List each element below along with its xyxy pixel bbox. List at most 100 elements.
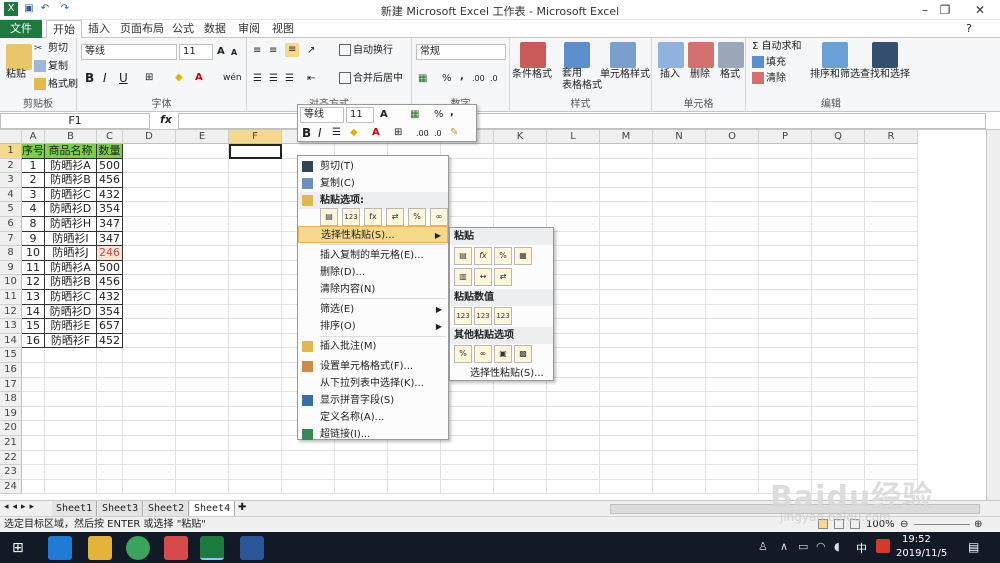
binoculars-icon[interactable] [872, 42, 898, 68]
cell[interactable] [759, 363, 812, 378]
mini-bold-button[interactable]: B [302, 126, 311, 140]
column-header[interactable]: L [547, 130, 600, 144]
cell[interactable] [123, 260, 176, 276]
sort-filter-icon[interactable] [822, 42, 848, 68]
cell[interactable] [176, 187, 229, 203]
delete-cells-icon[interactable] [688, 42, 714, 68]
cell[interactable] [45, 465, 97, 480]
cell[interactable]: 432 [97, 187, 123, 203]
paste-link-icon[interactable]: ∞ [474, 345, 492, 363]
cell[interactable] [45, 363, 97, 378]
cell[interactable]: 防晒衫H [45, 217, 97, 232]
cell[interactable]: 657 [97, 319, 123, 334]
tray-expand-icon[interactable]: ∧ [780, 540, 788, 553]
column-header[interactable]: M [600, 130, 653, 144]
cell[interactable] [600, 319, 653, 334]
cell[interactable] [176, 246, 229, 261]
tab-review[interactable]: 审阅 [232, 20, 266, 38]
cell[interactable] [600, 217, 653, 232]
cell[interactable] [176, 304, 229, 320]
row-header[interactable]: 8 [0, 246, 22, 261]
cell[interactable] [759, 319, 812, 334]
cell[interactable] [653, 144, 706, 159]
excel-taskbar-icon[interactable] [200, 536, 224, 560]
paste-icon[interactable]: ▤ [320, 208, 338, 226]
column-header[interactable]: B [45, 130, 97, 144]
cell[interactable]: 10 [22, 246, 45, 261]
cell[interactable] [547, 363, 600, 378]
currency-icon[interactable]: ▦ [418, 72, 427, 86]
row-header[interactable]: 19 [0, 406, 22, 422]
cell[interactable]: 防晒衫E [45, 319, 97, 334]
sheet-tab-2[interactable]: Sheet3 [98, 501, 144, 517]
cell[interactable] [547, 479, 600, 495]
cell[interactable] [865, 260, 918, 276]
cell[interactable] [865, 436, 918, 451]
cell[interactable]: 防晒衫D [45, 202, 97, 217]
paste-transpose-icon[interactable]: ⇄ [386, 208, 404, 226]
cell[interactable] [653, 421, 706, 436]
cell[interactable] [22, 421, 45, 436]
context-menu-item[interactable]: 超链接(I)... [298, 426, 448, 443]
cell[interactable] [123, 304, 176, 320]
cell[interactable] [229, 421, 282, 436]
mini-comma-button[interactable]: , [450, 106, 454, 120]
find-select-button[interactable]: 查找和选择 [860, 68, 910, 82]
percent-button[interactable]: % [442, 72, 452, 86]
cell[interactable] [812, 450, 865, 466]
help-icon[interactable]: ? [966, 22, 972, 35]
row-header[interactable]: 3 [0, 173, 22, 188]
cell[interactable] [229, 392, 282, 407]
cell[interactable] [706, 158, 759, 174]
cell[interactable] [229, 158, 282, 174]
tab-view[interactable]: 视图 [266, 20, 300, 38]
zoom-out-icon[interactable]: ⊖ [900, 517, 908, 532]
cell[interactable] [812, 392, 865, 407]
paste-no-borders-icon[interactable]: ▥ [454, 268, 472, 286]
cell[interactable] [176, 144, 229, 159]
cell[interactable] [706, 377, 759, 393]
cell[interactable]: 11 [22, 260, 45, 276]
font-size-combo[interactable]: 11 [179, 44, 213, 60]
context-menu-item[interactable]: 显示拼音字段(S) [298, 392, 448, 409]
cell[interactable] [123, 319, 176, 334]
cell[interactable] [706, 231, 759, 247]
tab-file[interactable]: 文件 [0, 20, 42, 38]
cell[interactable] [229, 479, 282, 495]
context-menu-item[interactable]: 清除内容(N) [298, 281, 448, 298]
context-menu-item[interactable]: 复制(C) [298, 175, 448, 192]
paste-icon[interactable] [6, 44, 32, 70]
cell[interactable] [706, 392, 759, 407]
row-header[interactable]: 14 [0, 333, 22, 349]
context-menu-item[interactable]: 删除(D)... [298, 264, 448, 281]
cell[interactable] [865, 406, 918, 422]
cell[interactable] [547, 465, 600, 480]
cell[interactable] [812, 465, 865, 480]
cell[interactable] [759, 377, 812, 393]
cell[interactable] [706, 479, 759, 495]
bold-button[interactable]: B [85, 71, 94, 85]
align-right-icon[interactable]: ☰ [285, 72, 294, 86]
cell[interactable]: 防晒衫A [45, 260, 97, 276]
cell[interactable]: 354 [97, 304, 123, 320]
cell[interactable] [123, 436, 176, 451]
cell[interactable] [176, 260, 229, 276]
cell[interactable] [229, 406, 282, 422]
cell[interactable] [759, 187, 812, 203]
column-header[interactable]: A [22, 130, 45, 144]
cell[interactable] [176, 173, 229, 188]
cell[interactable] [759, 217, 812, 232]
row-header[interactable]: 16 [0, 363, 22, 378]
cell[interactable] [229, 377, 282, 393]
cell[interactable] [600, 187, 653, 203]
cell[interactable] [812, 421, 865, 436]
column-header[interactable]: O [706, 130, 759, 144]
zoom-slider[interactable] [914, 524, 970, 525]
cell[interactable] [45, 348, 97, 363]
cell[interactable] [653, 260, 706, 276]
format-cells-button[interactable]: 格式 [720, 68, 740, 82]
cell[interactable] [22, 436, 45, 451]
cell[interactable] [759, 158, 812, 174]
cell[interactable] [706, 450, 759, 466]
cell[interactable] [441, 465, 494, 480]
